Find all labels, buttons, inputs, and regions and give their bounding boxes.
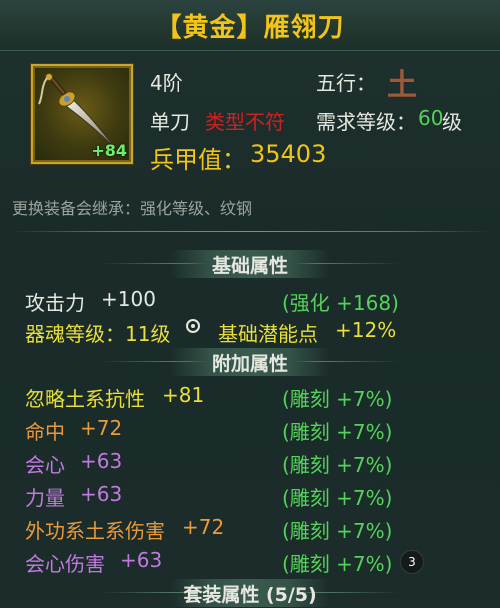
extra-stat-bonus: (雕刻 +7%) [282,519,393,543]
item-tooltip-panel: 【黄金】雁翎刀 +84 4阶 五行： 土 单刀 类型不符 需求等级： 60 级 … [0,0,500,607]
attack-bonus: (强化 +168) [282,291,399,315]
extra-stat-bonus: (雕刻 +7%) [282,420,393,444]
element-label: 五行： [316,71,376,95]
extra-stat-name: 外功系土系伤害 [25,519,165,543]
section-header-extra: 附加属性 [0,347,500,377]
notification-badge[interactable]: 3 [400,550,424,574]
inherit-note: 更换装备会继承：强化等级、纹钢 [12,199,253,218]
extra-stat-value: +63 [80,482,123,506]
power-label: 兵甲值： [150,146,246,174]
section-title: 基础属性 [211,254,288,277]
weapon-type: 单刀 [150,110,190,134]
extra-stat-name: 忽略土系抗性 [25,387,145,411]
extra-stat-bonus: (雕刻 +7%) [282,552,393,576]
required-level-unit: 级 [442,110,462,134]
item-tier: 4阶 [150,71,183,95]
extra-stat-value: +72 [182,515,225,539]
potential-value: +12% [335,318,397,342]
type-mismatch-warning: 类型不符 [205,110,285,134]
extra-stat-name: 命中 [25,420,65,444]
section-title: 附加属性 [211,352,288,375]
extra-stat-value: +63 [120,548,163,572]
extra-stat-bonus: (雕刻 +7%) [282,387,393,411]
divider [10,231,490,232]
enhance-level: +84 [91,141,127,160]
soul-level: 器魂等级：11级 [25,322,171,346]
extra-stat-value: +81 [162,383,205,407]
section-header-base: 基础属性 [0,249,500,279]
section-header-set: 套装属性 (5/5) [0,578,500,608]
extra-stat-name: 会心伤害 [25,552,105,576]
extra-stat-name: 力量 [25,486,65,510]
attack-value: +100 [101,287,156,311]
attack-label: 攻击力 [25,291,85,315]
title-bar: 【黄金】雁翎刀 [0,0,500,51]
required-level-value: 60 [418,106,444,130]
item-icon-frame[interactable]: +84 [31,64,133,164]
required-level-label: 需求等级： [316,110,416,134]
radio-dot-icon [186,319,200,333]
section-title: 套装属性 (5/5) [183,583,317,606]
extra-stat-name: 会心 [25,453,65,477]
item-title: 【黄金】雁翎刀 [155,12,345,43]
extra-stat-bonus: (雕刻 +7%) [282,453,393,477]
earth-element-icon: 土 [387,68,417,103]
extra-stat-value: +72 [80,416,123,440]
extra-stat-value: +63 [80,449,123,473]
power-value: 35403 [250,140,327,168]
extra-stat-bonus: (雕刻 +7%) [282,486,393,510]
potential-label: 基础潜能点 [218,322,318,346]
